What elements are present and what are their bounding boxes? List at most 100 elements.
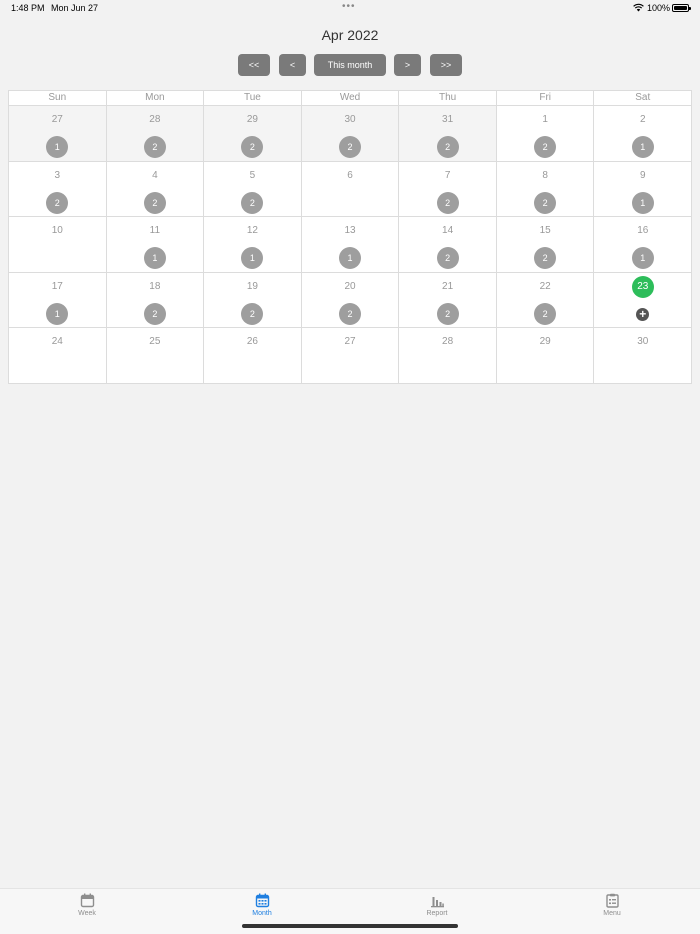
month-navigation: << < This month > >> [0, 54, 700, 76]
day-number: 23 [631, 275, 654, 298]
add-entry-icon[interactable]: + [636, 307, 650, 321]
day-number: 22 [539, 280, 551, 292]
day-number: 19 [246, 280, 258, 292]
day-cell[interactable]: 30 2 [301, 106, 400, 162]
day-cell[interactable]: 10 [9, 217, 107, 273]
next-month-button[interactable]: > [394, 54, 421, 76]
day-number: 28 [149, 114, 161, 125]
tab-month-label: Month [252, 910, 272, 917]
day-cell[interactable]: 13 1 [301, 217, 400, 273]
day-cell[interactable]: 11 1 [106, 217, 205, 273]
day-cell[interactable]: 27 [301, 328, 400, 384]
entry-count-badge: 2 [241, 191, 264, 214]
day-cell[interactable]: 21 2 [399, 272, 497, 328]
day-number: 30 [344, 114, 356, 125]
entry-count-badge: 1 [143, 247, 166, 269]
weekday-label: Sat [594, 91, 693, 106]
entry-count-badge: 1 [241, 247, 264, 269]
day-cell[interactable]: 12 [496, 106, 595, 162]
first-button[interactable]: << [238, 54, 270, 76]
previous-month-button[interactable]: < [279, 54, 306, 76]
day-number: 13 [344, 225, 356, 236]
day-cell[interactable]: 26 [204, 328, 302, 384]
entry-count-badge: 2 [534, 247, 557, 269]
tab-week[interactable]: Week [47, 893, 127, 917]
day-cell[interactable]: 72 [399, 161, 497, 217]
day-number: 2 [639, 114, 646, 125]
tab-week-label: Week [78, 910, 96, 917]
day-number: 7 [444, 169, 451, 181]
day-number: 6 [347, 169, 353, 181]
day-cell[interactable]: 27 1 [9, 106, 107, 162]
entry-count-badge: 1 [46, 136, 69, 158]
day-cell[interactable]: 6 [301, 161, 400, 217]
day-number: 9 [639, 169, 646, 181]
entry-count-badge: 2 [143, 191, 166, 214]
day-cell[interactable]: 31 2 [399, 106, 497, 162]
day-cell[interactable]: 82 [496, 161, 595, 217]
day-number: 3 [54, 169, 61, 181]
day-number: 12 [246, 225, 258, 236]
day-cell[interactable]: 15 2 [496, 217, 595, 273]
tab-menu-label: Menu [603, 910, 621, 917]
tab-report[interactable]: Report [397, 893, 477, 917]
status-date: Mon Jun 27 [51, 3, 99, 13]
day-number: 25 [149, 336, 161, 347]
calendar-grid-icon [255, 893, 269, 908]
day-number: 18 [149, 280, 161, 292]
entry-count-badge: 2 [339, 136, 362, 158]
entry-count-badge: 2 [143, 136, 166, 158]
day-number: 14 [442, 225, 454, 236]
day-number: 5 [249, 169, 256, 181]
day-cell[interactable]: 29 2 [204, 106, 302, 162]
entry-count-badge: 1 [46, 302, 69, 325]
day-cell[interactable]: 32 [9, 161, 107, 217]
day-cell[interactable]: 17 1 [9, 272, 107, 328]
day-number: 10 [51, 225, 63, 236]
day-cell[interactable]: 25 [106, 328, 205, 384]
tab-menu[interactable]: Menu [572, 893, 652, 917]
multitasking-dots-icon[interactable]: ••• [342, 1, 356, 12]
day-cell[interactable]: 30 [594, 328, 693, 384]
weekday-label: Sun [9, 91, 107, 106]
calendar-icon [80, 893, 94, 908]
day-number: 17 [51, 280, 63, 292]
day-cell[interactable]: 18 2 [106, 272, 205, 328]
entry-count-badge: 2 [436, 191, 459, 214]
day-cell[interactable]: 12 1 [204, 217, 302, 273]
wifi-icon [633, 3, 644, 14]
entry-count-badge: 2 [241, 136, 264, 158]
day-cell[interactable]: 29 [496, 328, 595, 384]
day-cell[interactable]: 24 [9, 328, 107, 384]
day-cell-today[interactable]: 23 + [594, 272, 693, 328]
day-cell[interactable]: 19 2 [204, 272, 302, 328]
status-bar: 1:48 PM Mon Jun 27 ••• 100% [0, 0, 700, 18]
day-cell[interactable]: 28 2 [106, 106, 205, 162]
battery-percent: 100% [647, 3, 671, 13]
weekday-header: Sun Mon Tue Wed Thu Fri Sat [9, 91, 693, 106]
day-cell[interactable]: 22 2 [496, 272, 595, 328]
day-cell[interactable]: 20 2 [301, 272, 400, 328]
entry-count-badge: 2 [534, 191, 557, 214]
last-button[interactable]: >> [430, 54, 462, 76]
day-number: 8 [542, 169, 548, 181]
day-number: 27 [344, 336, 356, 347]
day-cell[interactable]: 21 [594, 106, 693, 162]
day-cell[interactable]: 42 [106, 161, 205, 217]
day-cell[interactable]: 28 [399, 328, 497, 384]
day-number: 21 [442, 280, 454, 292]
day-cell[interactable]: 14 2 [399, 217, 497, 273]
entry-count-badge: 2 [143, 302, 166, 325]
entry-count-badge: 1 [631, 247, 654, 269]
tab-month[interactable]: Month [222, 893, 302, 917]
week-row: 17 1 18 2 19 2 20 2 21 2 22 2 23 + [9, 272, 693, 328]
this-month-button[interactable]: This month [314, 54, 386, 76]
month-title: Apr 2022 [321, 27, 379, 43]
tab-report-label: Report [426, 910, 448, 917]
entry-count-badge: 2 [534, 302, 557, 325]
day-cell[interactable]: 52 [204, 161, 302, 217]
day-cell[interactable]: 16 1 [594, 217, 693, 273]
week-row: 24 25 26 27 28 29 30 [9, 328, 693, 384]
day-cell[interactable]: 91 [594, 161, 693, 217]
entry-count-badge: 1 [339, 247, 362, 269]
